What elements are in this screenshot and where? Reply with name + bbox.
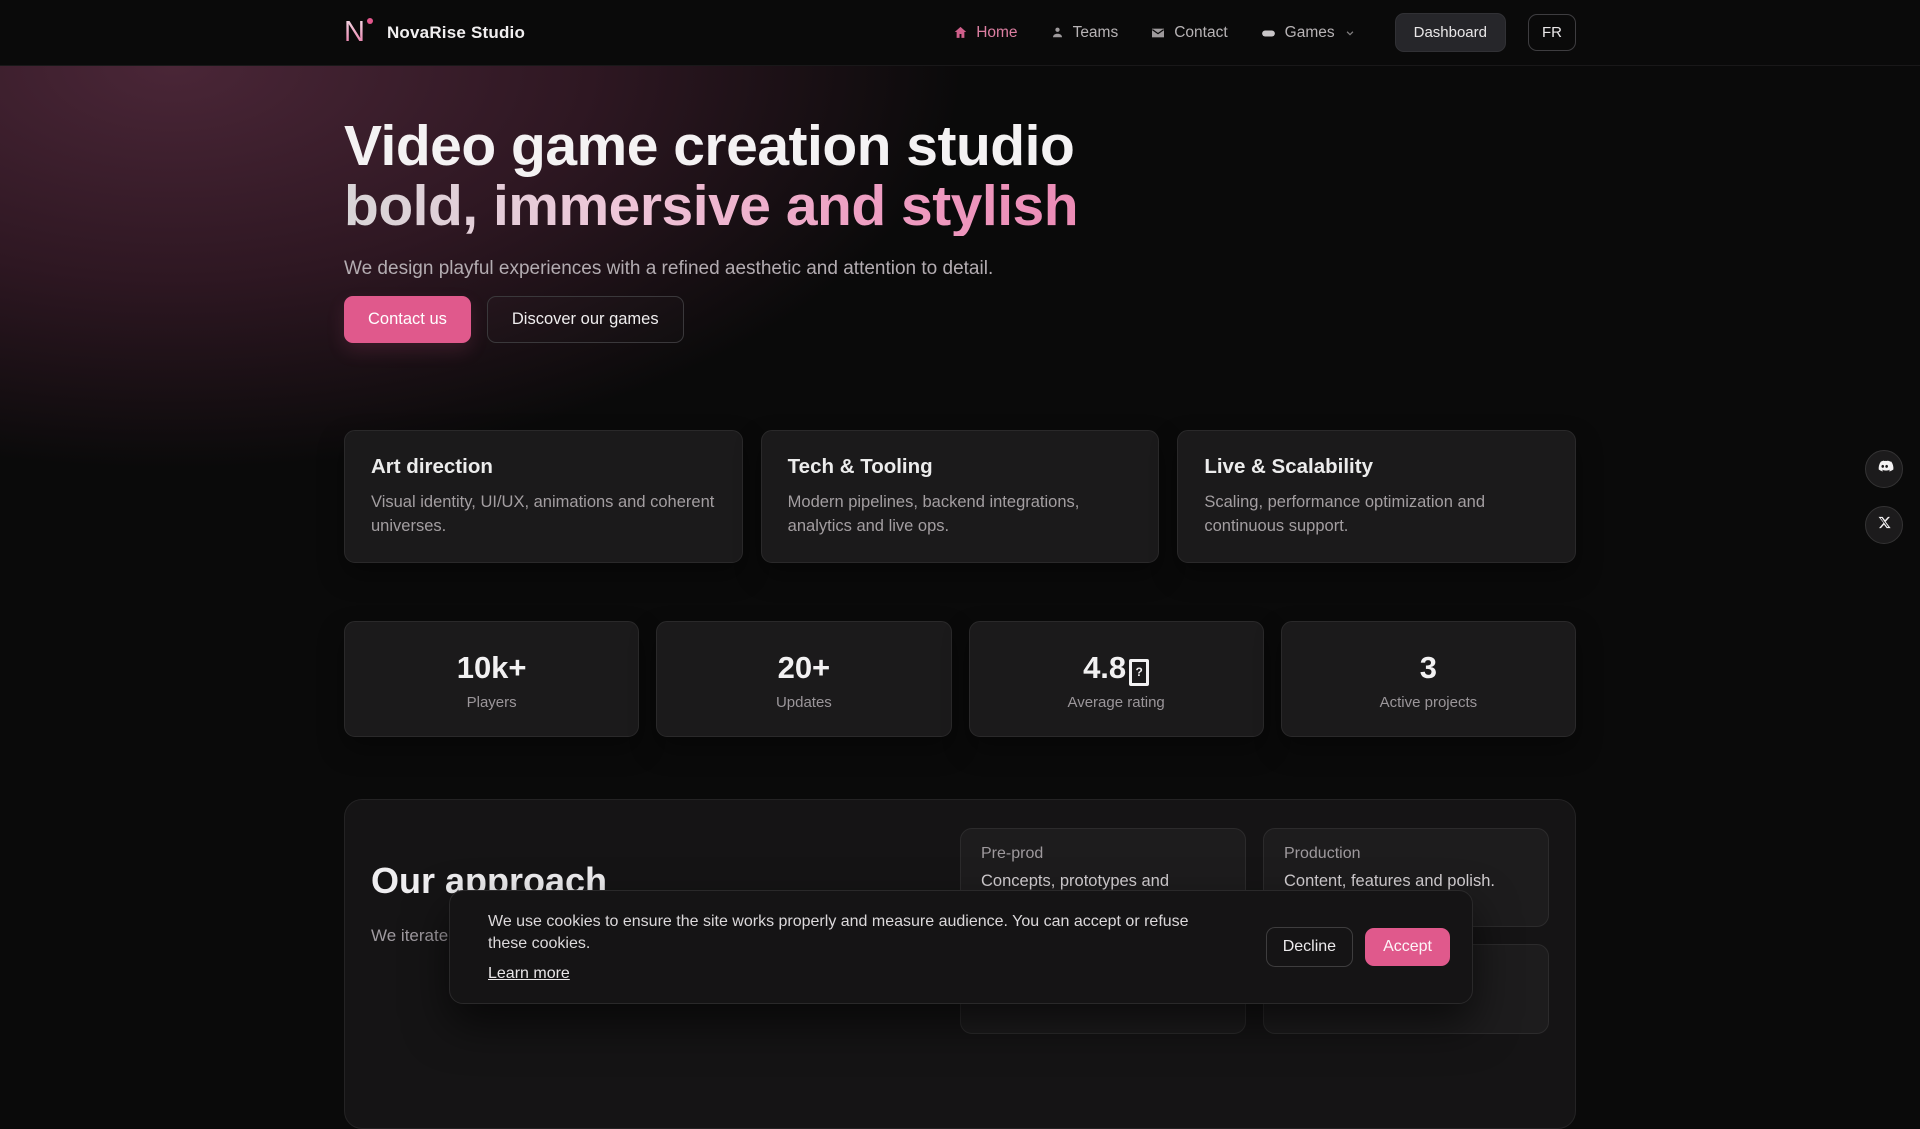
stage-title: Production <box>1284 845 1528 863</box>
discord-button[interactable] <box>1865 450 1903 488</box>
feature-description: Modern pipelines, backend integrations, … <box>788 490 1133 538</box>
gamepad-icon <box>1260 26 1277 40</box>
cookie-actions: Decline Accept <box>1266 927 1450 967</box>
language-toggle-button[interactable]: FR <box>1528 14 1576 51</box>
decline-button[interactable]: Decline <box>1266 927 1353 967</box>
hero-section: Video game creation studio bold, immersi… <box>344 66 1576 343</box>
stats-section: 10k+ Players 20+ Updates 4.8? Average ra… <box>344 621 1576 737</box>
hero-title: Video game creation studio bold, immersi… <box>344 116 1576 236</box>
dashboard-button[interactable]: Dashboard <box>1395 13 1506 52</box>
stat-label: Average rating <box>970 694 1263 711</box>
stat-card-rating: 4.8? Average rating <box>969 621 1264 737</box>
social-rail <box>1865 450 1903 544</box>
cookie-message: We use cookies to ensure the site works … <box>488 911 1212 955</box>
chevron-down-icon <box>1345 28 1355 38</box>
discover-games-button[interactable]: Discover our games <box>487 296 684 343</box>
nav-item-label: Teams <box>1073 24 1119 42</box>
feature-card-art-direction: Art direction Visual identity, UI/UX, an… <box>344 430 743 563</box>
stat-value: 3 <box>1282 649 1575 687</box>
feature-title: Art direction <box>371 455 716 479</box>
brand-logo[interactable]: N NovaRise Studio <box>344 18 525 47</box>
cookie-text-block: We use cookies to ensure the site works … <box>488 911 1242 983</box>
logo-icon: N <box>344 18 373 47</box>
nav-item-contact[interactable]: Games Contact <box>1150 24 1227 42</box>
stat-card-players: 10k+ Players <box>344 621 639 737</box>
learn-more-link[interactable]: Learn more <box>488 965 570 983</box>
stat-label: Updates <box>657 694 950 711</box>
feature-description: Visual identity, UI/UX, animations and c… <box>371 490 716 538</box>
cookie-banner: We use cookies to ensure the site works … <box>449 890 1473 1004</box>
features-section: Art direction Visual identity, UI/UX, an… <box>344 430 1576 563</box>
logo-letter: N <box>344 16 365 48</box>
logo-dot-icon <box>367 18 373 24</box>
stat-value: 4.8? <box>970 649 1263 687</box>
nav-item-home[interactable]: Home <box>953 24 1017 42</box>
feature-card-tech-tooling: Tech & Tooling Modern pipelines, backend… <box>761 430 1160 563</box>
missing-glyph-box: ? <box>1129 659 1149 686</box>
stat-label: Players <box>345 694 638 711</box>
hero-title-line1: Video game creation studio <box>344 114 1074 178</box>
hero-cta-row: Contact us Discover our games <box>344 296 1576 343</box>
nav-item-label: Home <box>976 24 1017 42</box>
brand-name: NovaRise Studio <box>387 23 525 43</box>
stage-title: Pre-prod <box>981 845 1225 863</box>
contact-icon <box>1150 25 1166 41</box>
home-icon <box>953 25 968 40</box>
rating-number: 4.8 <box>1083 650 1126 685</box>
hero-subtitle: We design playful experiences with a ref… <box>344 256 1576 282</box>
teams-icon <box>1050 25 1065 40</box>
nav-item-teams[interactable]: Teams <box>1050 24 1119 42</box>
feature-title: Live & Scalability <box>1204 455 1549 479</box>
accept-button[interactable]: Accept <box>1365 928 1450 966</box>
feature-title: Tech & Tooling <box>788 455 1133 479</box>
feature-description: Scaling, performance optimization and co… <box>1204 490 1549 538</box>
stat-card-projects: 3 Active projects <box>1281 621 1576 737</box>
stat-value: 10k+ <box>345 649 638 687</box>
stat-value: 20+ <box>657 649 950 687</box>
contact-us-button[interactable]: Contact us <box>344 296 471 343</box>
main-nav: Home Teams Games Contact Games <box>953 24 1354 42</box>
stage-description: Content, features and polish. <box>1284 872 1528 891</box>
feature-card-live-scalability: Live & Scalability Scaling, performance … <box>1177 430 1576 563</box>
discord-icon <box>1875 457 1894 481</box>
x-icon <box>1877 515 1892 535</box>
hero-title-line2: bold, immersive and stylish <box>344 176 1078 236</box>
nav-item-label: Games <box>1285 24 1335 42</box>
navbar: N NovaRise Studio Home Teams Games Conta… <box>0 0 1920 66</box>
stat-card-updates: 20+ Updates <box>656 621 951 737</box>
stat-label: Active projects <box>1282 694 1575 711</box>
x-twitter-button[interactable] <box>1865 506 1903 544</box>
nav-item-games[interactable]: Games <box>1260 24 1355 42</box>
nav-item-label: Contact <box>1174 24 1227 42</box>
